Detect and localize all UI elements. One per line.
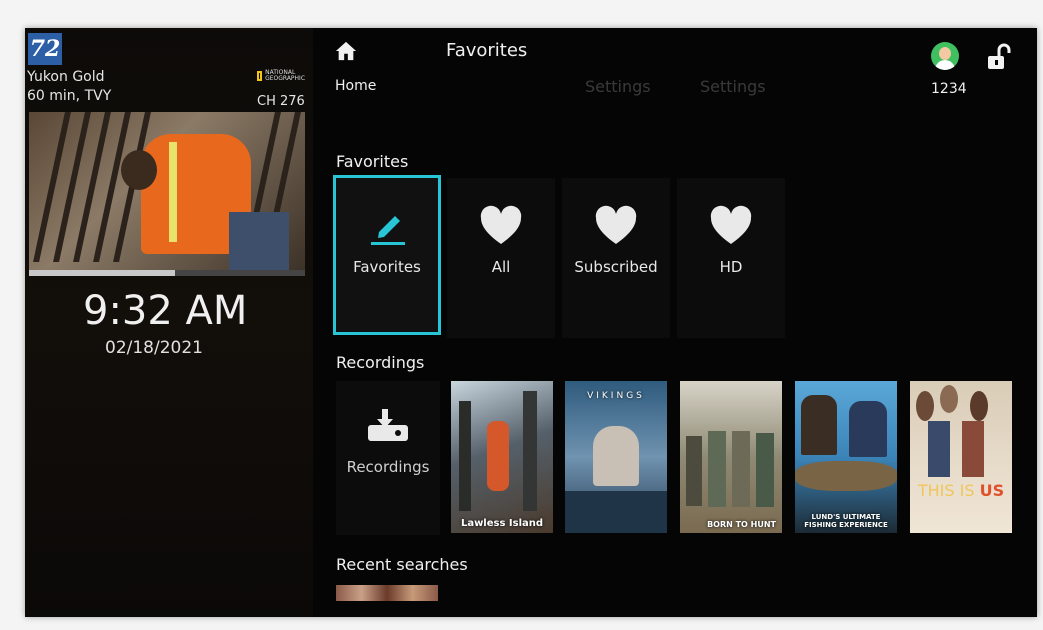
favorites-all-tile[interactable]: All [447, 178, 555, 338]
tile-label: Subscribed [574, 258, 658, 276]
live-preview[interactable] [29, 112, 305, 270]
playback-progress [29, 270, 305, 276]
recordings-heading: Recordings [336, 353, 425, 372]
recording-poster[interactable]: VIKINGS [565, 381, 667, 533]
ghost-menu-item: Settings [585, 77, 651, 96]
tile-label: HD [719, 258, 743, 276]
tv-screen: 72 Yukon Gold 60 min, TVY NATIONAL GEOGR… [25, 28, 1037, 617]
tile-label: Recordings [346, 458, 430, 476]
account-pin: 1234 [931, 81, 967, 97]
clock-time: 9:32 AM [83, 288, 248, 334]
network-logo-frame-icon [257, 71, 263, 81]
poster-title: BORN TO HUNT [707, 520, 776, 529]
heart-icon [595, 205, 637, 244]
heart-icon [710, 205, 752, 244]
unlock-icon[interactable] [986, 43, 1012, 71]
show-meta: 60 min, TVY [27, 88, 112, 104]
channel-number: CH 276 [257, 94, 305, 109]
recording-poster[interactable]: LUND'S ULTIMATE FISHING EXPERIENCE [795, 381, 897, 533]
recording-poster[interactable]: THIS IS US [910, 381, 1012, 533]
network-logo-text: NATIONAL GEOGRAPHIC [265, 69, 306, 82]
favorites-hd-tile[interactable]: HD [677, 178, 785, 338]
now-playing-panel: 72 Yukon Gold 60 min, TVY NATIONAL GEOGR… [25, 28, 313, 617]
poster-title: LUND'S ULTIMATE FISHING EXPERIENCE [804, 513, 888, 529]
recording-poster[interactable]: Lawless Island [451, 381, 553, 533]
favorites-subscribed-tile[interactable]: Subscribed [562, 178, 670, 338]
recording-poster[interactable]: BORN TO HUNT [680, 381, 782, 533]
home-icon[interactable] [335, 40, 357, 62]
show-title: Yukon Gold [27, 69, 105, 85]
channel-logo: 72 [28, 33, 62, 65]
user-avatar[interactable] [931, 42, 959, 70]
recording-download-icon [368, 409, 408, 441]
tile-label: All [491, 258, 511, 276]
page-title: Favorites [446, 40, 528, 61]
playback-progress-fill [29, 270, 176, 276]
network-logo: NATIONAL GEOGRAPHIC [257, 70, 305, 82]
recent-searches-heading: Recent searches [336, 555, 468, 574]
recent-search-thumbnail[interactable] [336, 585, 438, 601]
pencil-icon [371, 216, 405, 245]
recordings-tile[interactable]: Recordings [336, 381, 440, 535]
ghost-menu-item: Settings [700, 77, 766, 96]
poster-title: Lawless Island [460, 518, 544, 529]
favorites-heading: Favorites [336, 152, 409, 171]
poster-title: THIS IS US [917, 481, 1005, 500]
tile-label: Favorites [353, 258, 421, 276]
poster-title: VIKINGS [587, 391, 645, 401]
favorites-edit-tile[interactable]: Favorites [333, 175, 441, 335]
clock-date: 02/18/2021 [105, 338, 203, 358]
heart-icon [480, 205, 522, 244]
home-label[interactable]: Home [335, 78, 376, 94]
